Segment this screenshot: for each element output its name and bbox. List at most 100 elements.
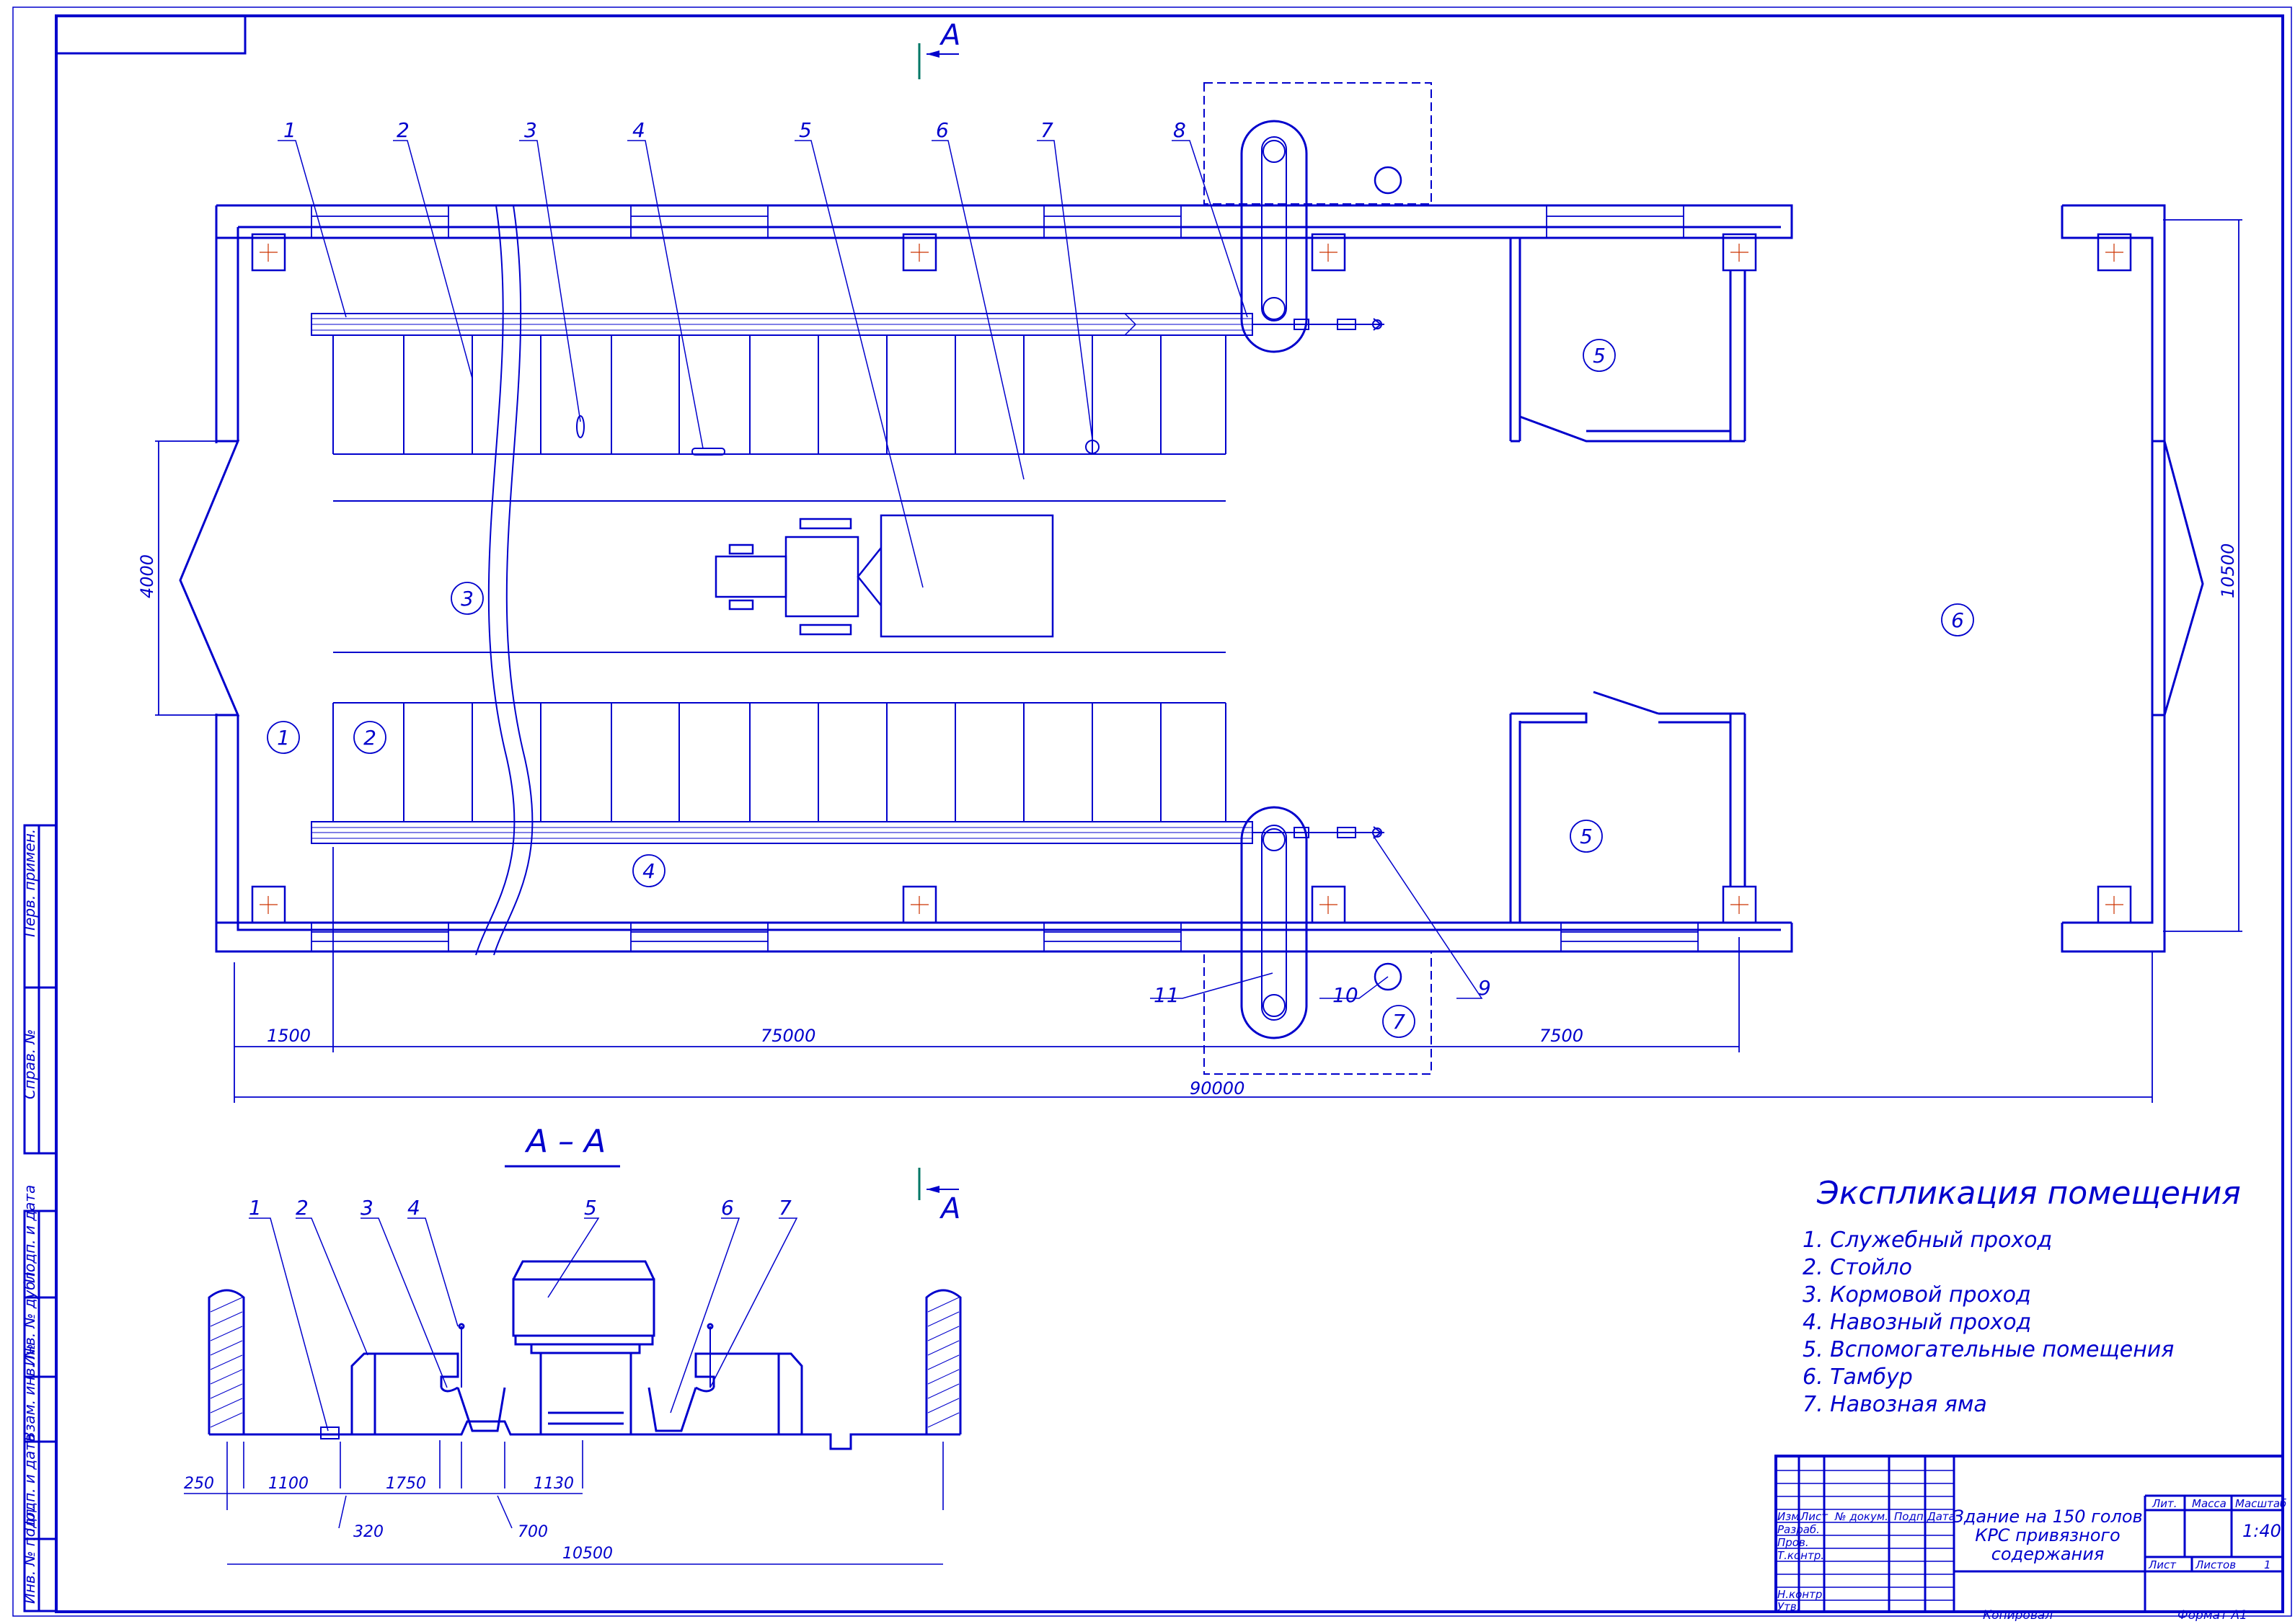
side-sprav: Справ. №: [21, 1029, 38, 1099]
inclined-conveyor-bottom: [1203, 806, 1432, 1075]
plan-callout-2: 2: [397, 118, 410, 142]
section-marker-bottom: А: [918, 1168, 960, 1225]
outer-frame: [12, 6, 2292, 1617]
sec-dim-700: 700: [518, 1523, 548, 1541]
tb-row-utv: Утв.: [1777, 1600, 1800, 1613]
side-vzam-inv: Взам. инв. №: [21, 1344, 38, 1442]
sec-dim-320: 320: [353, 1523, 384, 1541]
tb-list-label: Лист: [2148, 1558, 2177, 1571]
explication-title: Экспликация помещения: [1816, 1175, 2241, 1212]
plan-dimension-lines: [155, 219, 2242, 1103]
tambour-wall: [2061, 204, 2204, 953]
plan-callout-3: 3: [524, 118, 537, 142]
section-letter-top: А: [939, 19, 960, 52]
zone-label-6: 6: [1951, 608, 1964, 632]
aux-room-bottom: [1509, 691, 1746, 923]
tb-lit: Лит.: [2152, 1497, 2177, 1510]
tb-name-line1: Здание на 150 голов: [1953, 1507, 2142, 1527]
section-view: [184, 1217, 962, 1565]
tb-row-razrab: Разраб.: [1777, 1523, 1820, 1536]
columns: [251, 233, 1757, 924]
explication-item-1: 1. Служебный проход: [1803, 1228, 2052, 1253]
windows-bottom: [311, 922, 1699, 952]
zone-label-7: 7: [1392, 1010, 1405, 1034]
top-left-stamp-box: [55, 14, 247, 55]
explication-item-6: 6. Тамбур: [1803, 1365, 1913, 1390]
tb-masshtab: Масштаб: [2235, 1497, 2286, 1510]
explication-item-7: 7. Навозная яма: [1803, 1392, 1987, 1417]
tb-col-sign: Подп.: [1894, 1510, 1927, 1523]
tb-massa: Масса: [2192, 1497, 2227, 1510]
plan-callout-9: 9: [1478, 976, 1491, 1000]
section-letter-bottom: А: [939, 1192, 960, 1225]
side-inv-podl: Инв. № подл.: [21, 1504, 38, 1604]
sec-dim-10500: 10500: [562, 1545, 613, 1563]
dim-right-height: 10500: [2218, 543, 2238, 598]
inner-wall-line: [236, 226, 1781, 931]
plan-callout-7: 7: [1040, 118, 1053, 142]
zone-label-3: 3: [461, 587, 474, 611]
zone-label-1: 1: [277, 726, 290, 750]
section-title: А – А: [524, 1123, 606, 1160]
section-callout-2: 2: [296, 1196, 309, 1220]
wall-hatch: [210, 1297, 960, 1428]
section-marker-top: А: [918, 19, 960, 79]
section-callout-5: 5: [584, 1196, 597, 1220]
zone-label-2: 2: [363, 726, 376, 750]
tb-col-date: Дата: [1927, 1510, 1955, 1523]
tb-row-prov: Пров.: [1777, 1536, 1809, 1549]
explication-item-2: 2. Стойло: [1803, 1255, 1912, 1280]
plan-callout-labels: 1 2 3 4 5 6 7 8 9 10 11: [283, 118, 1491, 1007]
plan-dimension-labels: 4000 10500 1500 75000 7500 90000: [137, 543, 2238, 1099]
tb-col-izm: Изм: [1777, 1510, 1800, 1523]
aux-room-top: [1509, 238, 1746, 443]
inner-frame: [55, 14, 2284, 1613]
plan-callout-8: 8: [1173, 118, 1186, 142]
plan-callout-4: 4: [632, 118, 645, 142]
tb-copied: Копировал: [1983, 1608, 2053, 1621]
section-callout-7: 7: [779, 1196, 792, 1220]
plan-callout-1: 1: [283, 118, 296, 142]
tb-name-line2: КРС привязного: [1975, 1525, 2120, 1545]
zone-label-5-bottom: 5: [1580, 825, 1593, 848]
tb-col-list: Лист: [1800, 1510, 1829, 1523]
tractor-trailer: [715, 514, 1054, 638]
drawing-sheet: Перв. примен. Справ. № Подп. и дата Инв.…: [0, 0, 2295, 1623]
plan-callout-11: 11: [1154, 983, 1180, 1007]
tb-listov-value: 1: [2264, 1558, 2271, 1571]
zone-label-4: 4: [642, 859, 655, 883]
side-perv-primen: Перв. примен.: [21, 829, 38, 937]
plan-callout-5: 5: [799, 118, 812, 142]
tb-name-line3: содержания: [1991, 1544, 2105, 1564]
plan-leaders: [278, 140, 1483, 999]
zone-label-5-top: 5: [1593, 344, 1606, 368]
sec-dim-1130: 1130: [534, 1475, 574, 1493]
sec-dim-1100: 1100: [268, 1475, 309, 1493]
tb-listov-label: Листов: [2195, 1558, 2236, 1571]
tb-scale-value: 1:40: [2242, 1521, 2281, 1541]
drawing-canvas: Перв. примен. Справ. № Подп. и дата Инв.…: [12, 6, 2292, 1623]
explication-item-4: 4. Навозный проход: [1803, 1310, 2031, 1335]
explication-item-3: 3. Кормовой проход: [1803, 1282, 2031, 1308]
column-axes: [260, 244, 1748, 914]
sec-dim-250: 250: [184, 1475, 214, 1493]
dim-total: 90000: [1190, 1078, 1244, 1099]
explication: Экспликация помещения 1. Служебный прохо…: [1803, 1175, 2241, 1417]
tb-format: Формат А1: [2177, 1608, 2247, 1621]
dim-seg-a: 1500: [267, 1026, 311, 1046]
tb-row-nkontr: Н.контр.: [1777, 1588, 1826, 1601]
section-callout-4: 4: [407, 1196, 420, 1220]
tb-row-tkontr: Т.контр.: [1777, 1549, 1824, 1562]
stalls-bottom: [332, 702, 1226, 822]
explication-item-5: 5. Вспомогательные помещения: [1803, 1337, 2174, 1362]
sec-dim-1750: 1750: [386, 1475, 426, 1493]
section-callout-labels: 1 2 3 4 5 6 7: [249, 1196, 792, 1220]
plan-callout-6: 6: [936, 118, 949, 142]
manure-conveyor-top: [311, 313, 1253, 336]
dim-seg-c: 7500: [1539, 1026, 1583, 1046]
section-dimension-labels: 250 1100 1750 1130 320 700 10500: [184, 1475, 613, 1563]
section-callout-6: 6: [721, 1196, 734, 1220]
dim-seg-b: 75000: [761, 1026, 815, 1046]
title-block-text: Здание на 150 голов КРС привязного содер…: [1777, 1497, 2286, 1623]
manure-conveyor-bottom: [311, 821, 1253, 844]
